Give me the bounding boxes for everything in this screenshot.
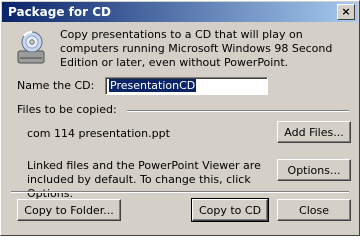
linked-files-note: Linked files and the PowerPoint Viewer a… (27, 159, 261, 200)
bottom-divider (11, 191, 349, 193)
title-bar[interactable]: Package for CD × (2, 2, 358, 22)
cd-name-value: PresentationCD (109, 79, 197, 92)
close-button[interactable]: Close (277, 199, 351, 221)
copy-to-cd-button[interactable]: Copy to CD (191, 198, 269, 222)
files-group-separator (127, 110, 349, 112)
name-cd-label: Name the CD: (17, 79, 95, 92)
copy-to-folder-button[interactable]: Copy to Folder... (17, 199, 121, 221)
package-for-cd-dialog: Package for CD × Copy presentations to a… (0, 0, 360, 236)
files-group-label: Files to be copied: (17, 103, 117, 116)
add-files-button[interactable]: Add Files... (277, 121, 351, 143)
options-button[interactable]: Options... (277, 159, 351, 181)
cd-name-input[interactable]: PresentationCD (105, 77, 268, 95)
file-list-item[interactable]: com 114 presentation.ppt (27, 127, 170, 140)
intro-text: Copy presentations to a CD that will pla… (60, 28, 333, 69)
window-title: Package for CD (8, 5, 111, 19)
close-icon[interactable]: × (337, 4, 355, 20)
cd-icon (17, 31, 45, 64)
